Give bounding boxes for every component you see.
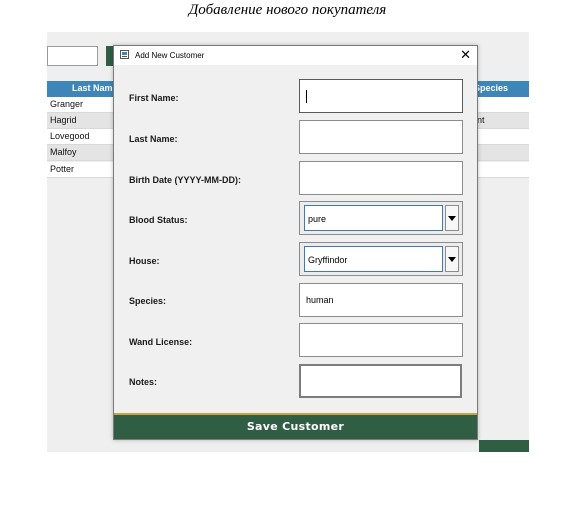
java-app-icon — [120, 50, 129, 59]
add-customer-dialog: Add New Customer ✕ First Name: Last Name… — [113, 45, 478, 440]
last-name-field[interactable] — [299, 120, 463, 154]
house-dropdown-button[interactable] — [445, 246, 459, 272]
house-display[interactable]: Gryffindor — [304, 246, 443, 272]
save-customer-button[interactable]: Save Customer — [114, 413, 477, 439]
blood-status-display[interactable]: pure — [304, 205, 443, 231]
dialog-title: Add New Customer — [135, 51, 205, 60]
wand-license-label: Wand License: — [129, 337, 193, 347]
blood-status-value: pure — [308, 214, 327, 224]
blood-status-dropdown-button[interactable] — [445, 205, 459, 231]
column-header-species[interactable]: Species — [474, 83, 508, 93]
background-action-button[interactable] — [479, 440, 529, 452]
cell-species: nt — [477, 115, 485, 125]
chevron-down-icon — [448, 257, 456, 262]
birth-date-label: Birth Date (YYYY-MM-DD): — [129, 175, 241, 185]
cell-last-name: Granger — [50, 99, 84, 109]
column-header-last-name[interactable]: Last Nam — [72, 83, 113, 93]
first-name-field[interactable] — [299, 79, 463, 113]
cell-last-name: Malfoy — [50, 147, 77, 157]
house-label: House: — [129, 256, 160, 266]
figure-caption: Добавление нового покупателя — [188, 2, 387, 18]
cell-last-name: Potter — [50, 164, 75, 174]
dialog-titlebar[interactable]: Add New Customer ✕ — [114, 46, 477, 65]
close-icon[interactable]: ✕ — [460, 47, 471, 62]
cell-last-name: Hagrid — [50, 115, 77, 125]
species-value: human — [306, 295, 334, 305]
wand-license-field[interactable] — [299, 323, 463, 357]
last-name-label: Last Name: — [129, 134, 178, 144]
text-caret — [306, 90, 307, 103]
house-select[interactable]: Gryffindor — [299, 242, 463, 276]
house-value: Gryffindor — [308, 255, 348, 265]
chevron-down-icon — [448, 216, 456, 221]
species-field[interactable]: human — [299, 283, 463, 317]
notes-field[interactable] — [299, 364, 462, 398]
blood-status-label: Blood Status: — [129, 215, 188, 225]
cell-last-name: Lovegood — [50, 131, 90, 141]
blood-status-select[interactable]: pure — [299, 201, 463, 235]
species-label: Species: — [129, 296, 167, 306]
first-name-label: First Name: — [129, 93, 179, 103]
birth-date-field[interactable] — [299, 161, 463, 195]
notes-label: Notes: — [129, 377, 158, 387]
search-input[interactable] — [47, 46, 98, 66]
